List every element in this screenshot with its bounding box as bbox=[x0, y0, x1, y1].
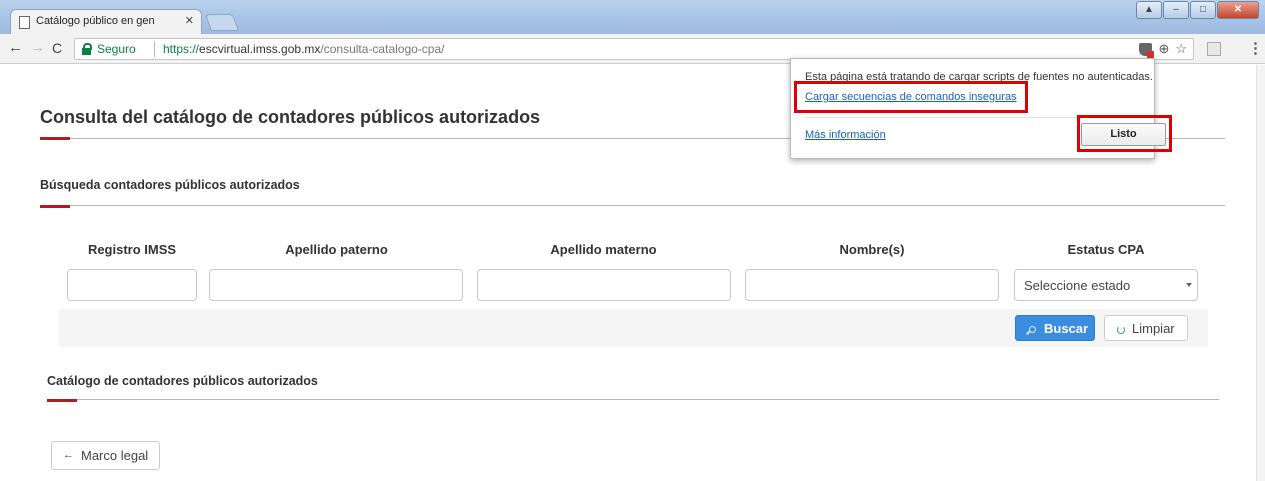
reload-icon[interactable]: C bbox=[52, 40, 62, 56]
window-titlebar: Catálogo público en gen ✕ ▲ – □ ✕ bbox=[0, 0, 1265, 35]
blocked-script-shield-icon[interactable] bbox=[1139, 43, 1155, 58]
highlight-listo-box bbox=[1077, 115, 1172, 152]
nombres-label: Nombre(s) bbox=[839, 242, 905, 257]
profile-icon[interactable]: ▲ bbox=[1136, 1, 1162, 19]
star-icon[interactable]: ☆ bbox=[1175, 41, 1187, 57]
search-accent bbox=[40, 205, 70, 208]
caret-down-icon bbox=[1186, 283, 1192, 287]
estatus-cpa-value: Seleccione estado bbox=[1024, 278, 1131, 293]
apellido-paterno-input[interactable] bbox=[209, 269, 463, 301]
lock-icon[interactable] bbox=[82, 43, 92, 55]
page-icon bbox=[19, 16, 30, 29]
limpiar-label: Limpiar bbox=[1132, 321, 1175, 336]
registro-imss-input[interactable] bbox=[67, 269, 197, 301]
refresh-icon bbox=[1117, 326, 1125, 334]
title-accent bbox=[40, 137, 70, 140]
minimize-button[interactable]: – bbox=[1163, 1, 1189, 19]
arrow-left-icon: ← bbox=[63, 449, 74, 461]
limpiar-button[interactable]: Limpiar bbox=[1104, 315, 1188, 341]
url-host: escvirtual.imss.gob.mx bbox=[199, 42, 321, 56]
tab-title: Catálogo público en gen bbox=[36, 15, 155, 27]
url-protocol: https:// bbox=[163, 42, 200, 56]
back-icon[interactable]: ← bbox=[8, 40, 23, 56]
search-section-title: Búsqueda contadores públicos autorizados bbox=[40, 178, 300, 192]
apellido-paterno-label: Apellido paterno bbox=[285, 242, 388, 257]
browser-tab[interactable]: Catálogo público en gen ✕ bbox=[10, 9, 202, 35]
buscar-button[interactable]: Buscar bbox=[1015, 315, 1095, 341]
menu-icon[interactable]: ⋮ bbox=[1248, 39, 1263, 57]
search-icon bbox=[1029, 326, 1036, 333]
divider bbox=[154, 41, 155, 57]
tab-close-icon[interactable]: ✕ bbox=[185, 14, 194, 27]
maximize-button[interactable]: □ bbox=[1190, 1, 1216, 19]
window-controls: ▲ – □ ✕ bbox=[1136, 1, 1259, 21]
registro-imss-label: Registro IMSS bbox=[87, 242, 177, 257]
catalog-accent bbox=[47, 399, 77, 402]
address-bar[interactable]: Seguro https://escvirtual.imss.gob.mx/co… bbox=[74, 38, 1194, 60]
url-text[interactable]: https://escvirtual.imss.gob.mx/consulta-… bbox=[163, 42, 444, 56]
page-title: Consulta del catálogo de contadores públ… bbox=[40, 107, 541, 127]
close-window-button[interactable]: ✕ bbox=[1217, 1, 1259, 19]
security-label[interactable]: Seguro bbox=[97, 42, 136, 56]
apellido-materno-label: Apellido materno bbox=[550, 242, 657, 257]
more-info-link[interactable]: Más información bbox=[805, 129, 886, 141]
marco-legal-button[interactable]: ← Marco legal bbox=[51, 441, 160, 470]
nombres-input[interactable] bbox=[745, 269, 999, 301]
marco-legal-label: Marco legal bbox=[81, 448, 149, 463]
new-tab-button[interactable] bbox=[204, 14, 240, 31]
highlight-unsafe-link-box bbox=[794, 81, 1028, 113]
extension-icon[interactable] bbox=[1207, 42, 1221, 56]
estatus-cpa-select[interactable]: Seleccione estado bbox=[1014, 269, 1198, 301]
estatus-cpa-label: Estatus CPA bbox=[1067, 242, 1145, 257]
url-path: /consulta-catalogo-cpa/ bbox=[320, 42, 445, 56]
apellido-materno-input[interactable] bbox=[477, 269, 731, 301]
zoom-icon[interactable]: ⊕ bbox=[1158, 41, 1169, 57]
scrollbar[interactable] bbox=[1256, 65, 1265, 481]
catalog-section-title: Catálogo de contadores públicos autoriza… bbox=[47, 374, 318, 388]
catalog-divider bbox=[47, 399, 1219, 400]
buscar-label: Buscar bbox=[1044, 321, 1089, 336]
forward-icon[interactable]: → bbox=[30, 40, 45, 56]
search-divider bbox=[40, 205, 1225, 206]
